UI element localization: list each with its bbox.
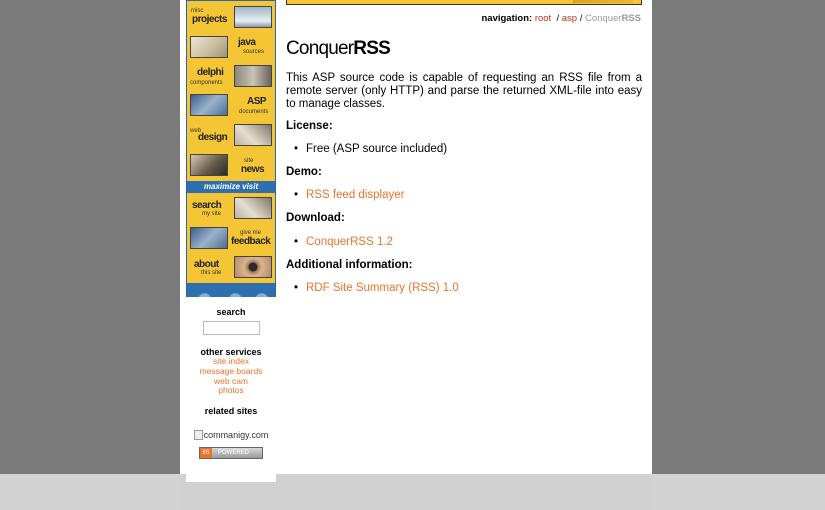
java-thumbnail <box>190 36 228 58</box>
nav-news-label: news <box>241 164 265 175</box>
breadcrumb-label: navigation: <box>481 13 533 24</box>
wind-turbine-thumbnail <box>234 6 272 28</box>
page-title: ConquerRSS <box>286 38 642 60</box>
demo-item: RSS feed displayer <box>294 189 405 201</box>
related-sites-heading: related sites <box>204 406 258 417</box>
nav-java[interactable]: java sources <box>187 34 275 62</box>
iis-powered-badge[interactable]: IIS POWERED <box>199 447 263 460</box>
nav-java-small: sources <box>243 49 265 55</box>
iis-icon: IIS <box>200 448 212 459</box>
header-logo <box>573 0 633 3</box>
asp-thumbnail <box>190 94 228 116</box>
news-thumbnail <box>190 154 228 176</box>
nav-projects[interactable]: misc projects <box>187 3 275 33</box>
nav-about[interactable]: about this site <box>187 254 275 282</box>
nav-search[interactable]: search my site <box>187 194 275 224</box>
commanigy-link[interactable]: commanigy.com <box>186 430 276 441</box>
eye-thumbnail <box>234 256 272 278</box>
conquerrss-download-link[interactable]: ConquerRSS 1.2 <box>306 236 393 248</box>
license-heading: License: <box>286 120 333 132</box>
broken-image-icon <box>193 430 203 441</box>
header-banner <box>286 0 642 5</box>
nav-asp-small: documents <box>239 109 269 115</box>
feedback-thumbnail <box>190 227 228 249</box>
delphi-thumbnail <box>234 65 272 87</box>
breadcrumb-separator: / <box>556 13 560 24</box>
search-thumbnail <box>234 197 272 219</box>
sidebar-extras: search other services site index message… <box>186 297 276 460</box>
breadcrumb-current-prefix: Conquer <box>585 13 622 24</box>
sidebar-tail <box>186 474 276 482</box>
nav-site-news[interactable]: site news <box>187 152 275 180</box>
nav-web-design[interactable]: web design <box>187 121 275 151</box>
nav-projects-label: projects <box>192 14 227 25</box>
nav-feedback-label: feedback <box>231 236 271 247</box>
additional-info-item: RDF Site Summary (RSS) 1.0 <box>294 282 459 294</box>
page-title-light: Conquer <box>286 38 354 59</box>
nav-about-small: this site <box>201 270 222 276</box>
powered-label: POWERED <box>218 450 250 457</box>
nav-search-small: my site <box>202 211 222 217</box>
maximize-visit-banner: maximize visit <box>187 181 275 193</box>
download-heading: Download: <box>286 212 345 224</box>
additional-info-heading: Additional information: <box>286 259 413 271</box>
breadcrumb: navigation: root / asp / ConquerRSS <box>482 13 642 24</box>
breadcrumb-separator: / <box>579 13 583 24</box>
rdf-summary-link[interactable]: RDF Site Summary (RSS) 1.0 <box>306 282 459 294</box>
rss-feed-displayer-link[interactable]: RSS feed displayer <box>306 189 404 201</box>
photos-link[interactable]: photos <box>186 386 276 396</box>
nav-asp-label: ASP <box>247 96 267 107</box>
breadcrumb-root[interactable]: root <box>535 13 551 24</box>
search-heading: search <box>216 307 246 317</box>
main-content: ConquerRSS This ASP source code is capab… <box>286 36 642 294</box>
sidebar-nav: misc projects java sources delphi compon… <box>186 0 276 297</box>
breadcrumb-current-suffix: RSS <box>621 13 641 24</box>
breadcrumb-asp[interactable]: asp <box>562 13 577 24</box>
nav-delphi[interactable]: delphi components <box>187 63 275 91</box>
nav-search-label: search <box>192 200 222 211</box>
search-input[interactable] <box>202 321 260 335</box>
nav-delphi-label: delphi <box>197 67 224 78</box>
waves-decoration <box>187 283 275 297</box>
breadcrumb-current: ConquerRSS <box>585 13 641 24</box>
license-item: Free (ASP source included) <box>294 143 447 155</box>
description: This ASP source code is capable of reque… <box>286 72 642 111</box>
web-design-thumbnail <box>234 124 272 146</box>
nav-design-label: design <box>198 132 228 143</box>
nav-asp[interactable]: ASP documents <box>187 92 275 120</box>
page-title-bold: RSS <box>353 38 390 59</box>
nav-about-label: about <box>194 259 219 270</box>
demo-heading: Demo: <box>286 166 322 178</box>
nav-delphi-small: components <box>190 80 223 86</box>
download-item: ConquerRSS 1.2 <box>294 236 393 248</box>
nav-java-label: java <box>238 37 256 48</box>
commanigy-label: commanigy.com <box>203 430 269 441</box>
nav-feedback[interactable]: give me feedback <box>187 225 275 253</box>
